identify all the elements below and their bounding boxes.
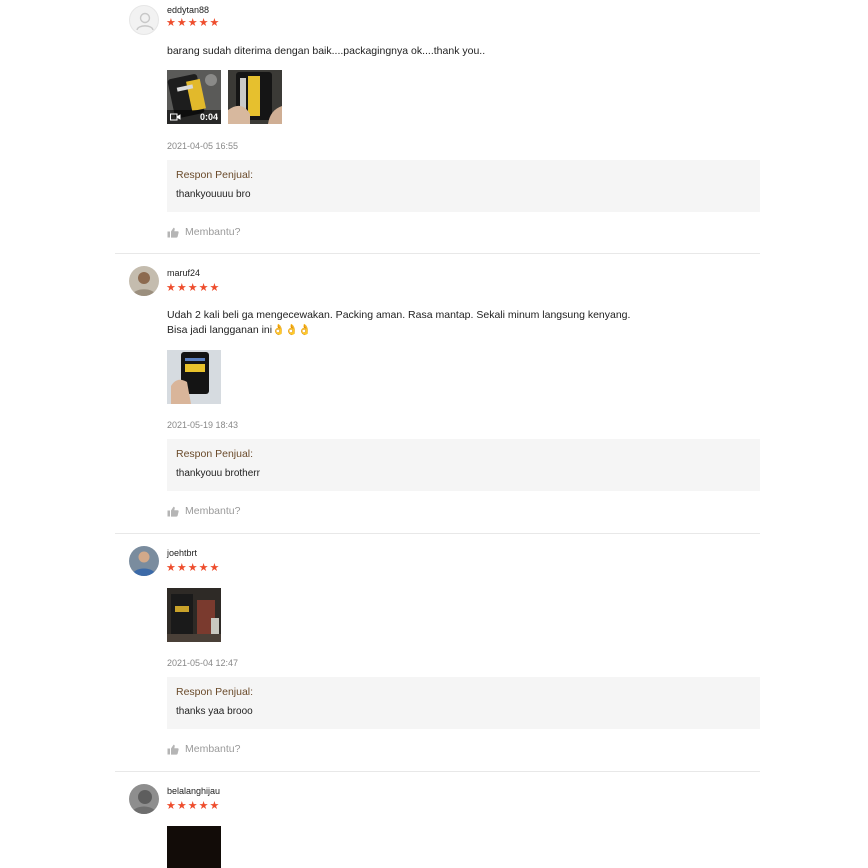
comment-line: barang sudah diterima dengan baik....pac… — [167, 45, 486, 57]
star-icon: ★ — [209, 800, 220, 812]
star-icon: ★ — [198, 562, 209, 574]
star-icon: ★ — [209, 282, 220, 294]
star-icon: ★ — [198, 282, 209, 294]
star-icon: ★ — [198, 17, 209, 29]
seller-response-text: thanks yaa brooo — [176, 706, 253, 717]
star-icon: ★ — [187, 800, 198, 812]
user-photo — [129, 266, 159, 296]
product-photo — [167, 826, 221, 868]
seller-response: Respon Penjual: thanks yaa brooo — [167, 677, 760, 729]
seller-response-text: thankyouuuu bro — [176, 189, 251, 200]
star-icon: ★ — [187, 17, 198, 29]
product-photo — [167, 350, 221, 404]
review-timestamp: 2021-04-05 16:55 — [167, 141, 239, 151]
review-item: belalanghijau ★ ★ ★ ★ ★ — [115, 772, 760, 868]
star-icon: ★ — [166, 282, 176, 294]
video-camera-icon — [170, 113, 181, 121]
comment-line: Bisa jadi langganan ini👌👌👌 — [167, 324, 312, 336]
avatar[interactable] — [129, 266, 159, 296]
star-icon: ★ — [176, 282, 187, 294]
star-icon: ★ — [187, 282, 198, 294]
review-photo-thumbnail[interactable] — [228, 70, 282, 124]
avatar[interactable] — [129, 546, 159, 576]
product-photo — [167, 588, 221, 642]
star-icon: ★ — [176, 562, 187, 574]
user-photo — [129, 546, 159, 576]
review-item: joehtbrt ★ ★ ★ ★ ★ 2021-05-04 12:47 Resp… — [115, 534, 760, 771]
star-icon: ★ — [166, 17, 176, 29]
review-item: eddytan88 ★ ★ ★ ★ ★ barang sudah diterim… — [115, 0, 760, 253]
review-video-thumbnail[interactable]: 0:04 — [167, 70, 221, 124]
avatar[interactable] — [129, 784, 159, 814]
review-photo-thumbnail[interactable] — [167, 826, 221, 868]
rating-stars: ★ ★ ★ ★ ★ — [166, 18, 219, 29]
video-duration: 0:04 — [199, 112, 218, 122]
review-comment: barang sudah diterima dengan baik....pac… — [167, 44, 727, 59]
helpful-button[interactable]: Membantu? — [167, 743, 240, 755]
seller-response-text: thankyouu brotherr — [176, 468, 260, 479]
username[interactable]: eddytan88 — [167, 5, 209, 15]
video-badge: 0:04 — [167, 110, 221, 124]
user-photo — [129, 784, 159, 814]
seller-response-title: Respon Penjual: — [176, 169, 254, 181]
seller-response-title: Respon Penjual: — [176, 448, 254, 460]
review-photo-thumbnail[interactable] — [167, 588, 221, 642]
star-icon: ★ — [166, 800, 176, 812]
seller-response: Respon Penjual: thankyouuuu bro — [167, 160, 760, 212]
star-icon: ★ — [209, 17, 220, 29]
rating-stars: ★ ★ ★ ★ ★ — [166, 801, 219, 812]
product-photo — [228, 70, 282, 124]
helpful-button[interactable]: Membantu? — [167, 505, 240, 517]
comment-line: Udah 2 kali beli ga mengecewakan. Packin… — [167, 309, 631, 321]
helpful-label: Membantu? — [185, 505, 241, 517]
rating-stars: ★ ★ ★ ★ ★ — [166, 283, 219, 294]
thumb-up-icon — [167, 744, 179, 755]
rating-stars: ★ ★ ★ ★ ★ — [166, 563, 219, 574]
review-timestamp: 2021-05-19 18:43 — [167, 420, 239, 430]
star-icon: ★ — [166, 562, 176, 574]
thumb-up-icon — [167, 506, 179, 517]
star-icon: ★ — [176, 800, 187, 812]
star-icon: ★ — [209, 562, 220, 574]
user-silhouette-icon — [136, 12, 154, 31]
seller-response-title: Respon Penjual: — [176, 686, 254, 698]
helpful-label: Membantu? — [185, 226, 241, 238]
helpful-label: Membantu? — [185, 743, 241, 755]
seller-response: Respon Penjual: thankyouu brotherr — [167, 439, 760, 491]
review-photo-thumbnail[interactable] — [167, 350, 221, 404]
username[interactable]: belalanghijau — [167, 786, 220, 796]
review-timestamp: 2021-05-04 12:47 — [167, 658, 239, 668]
thumb-up-icon — [167, 227, 179, 238]
helpful-button[interactable]: Membantu? — [167, 226, 240, 238]
review-comment: Udah 2 kali beli ga mengecewakan. Packin… — [167, 308, 727, 338]
username[interactable]: joehtbrt — [167, 548, 197, 558]
star-icon: ★ — [176, 17, 187, 29]
review-item: maruf24 ★ ★ ★ ★ ★ Udah 2 kali beli ga me… — [115, 254, 760, 533]
avatar[interactable] — [129, 5, 159, 35]
username[interactable]: maruf24 — [167, 268, 200, 278]
star-icon: ★ — [187, 562, 198, 574]
star-icon: ★ — [198, 800, 209, 812]
